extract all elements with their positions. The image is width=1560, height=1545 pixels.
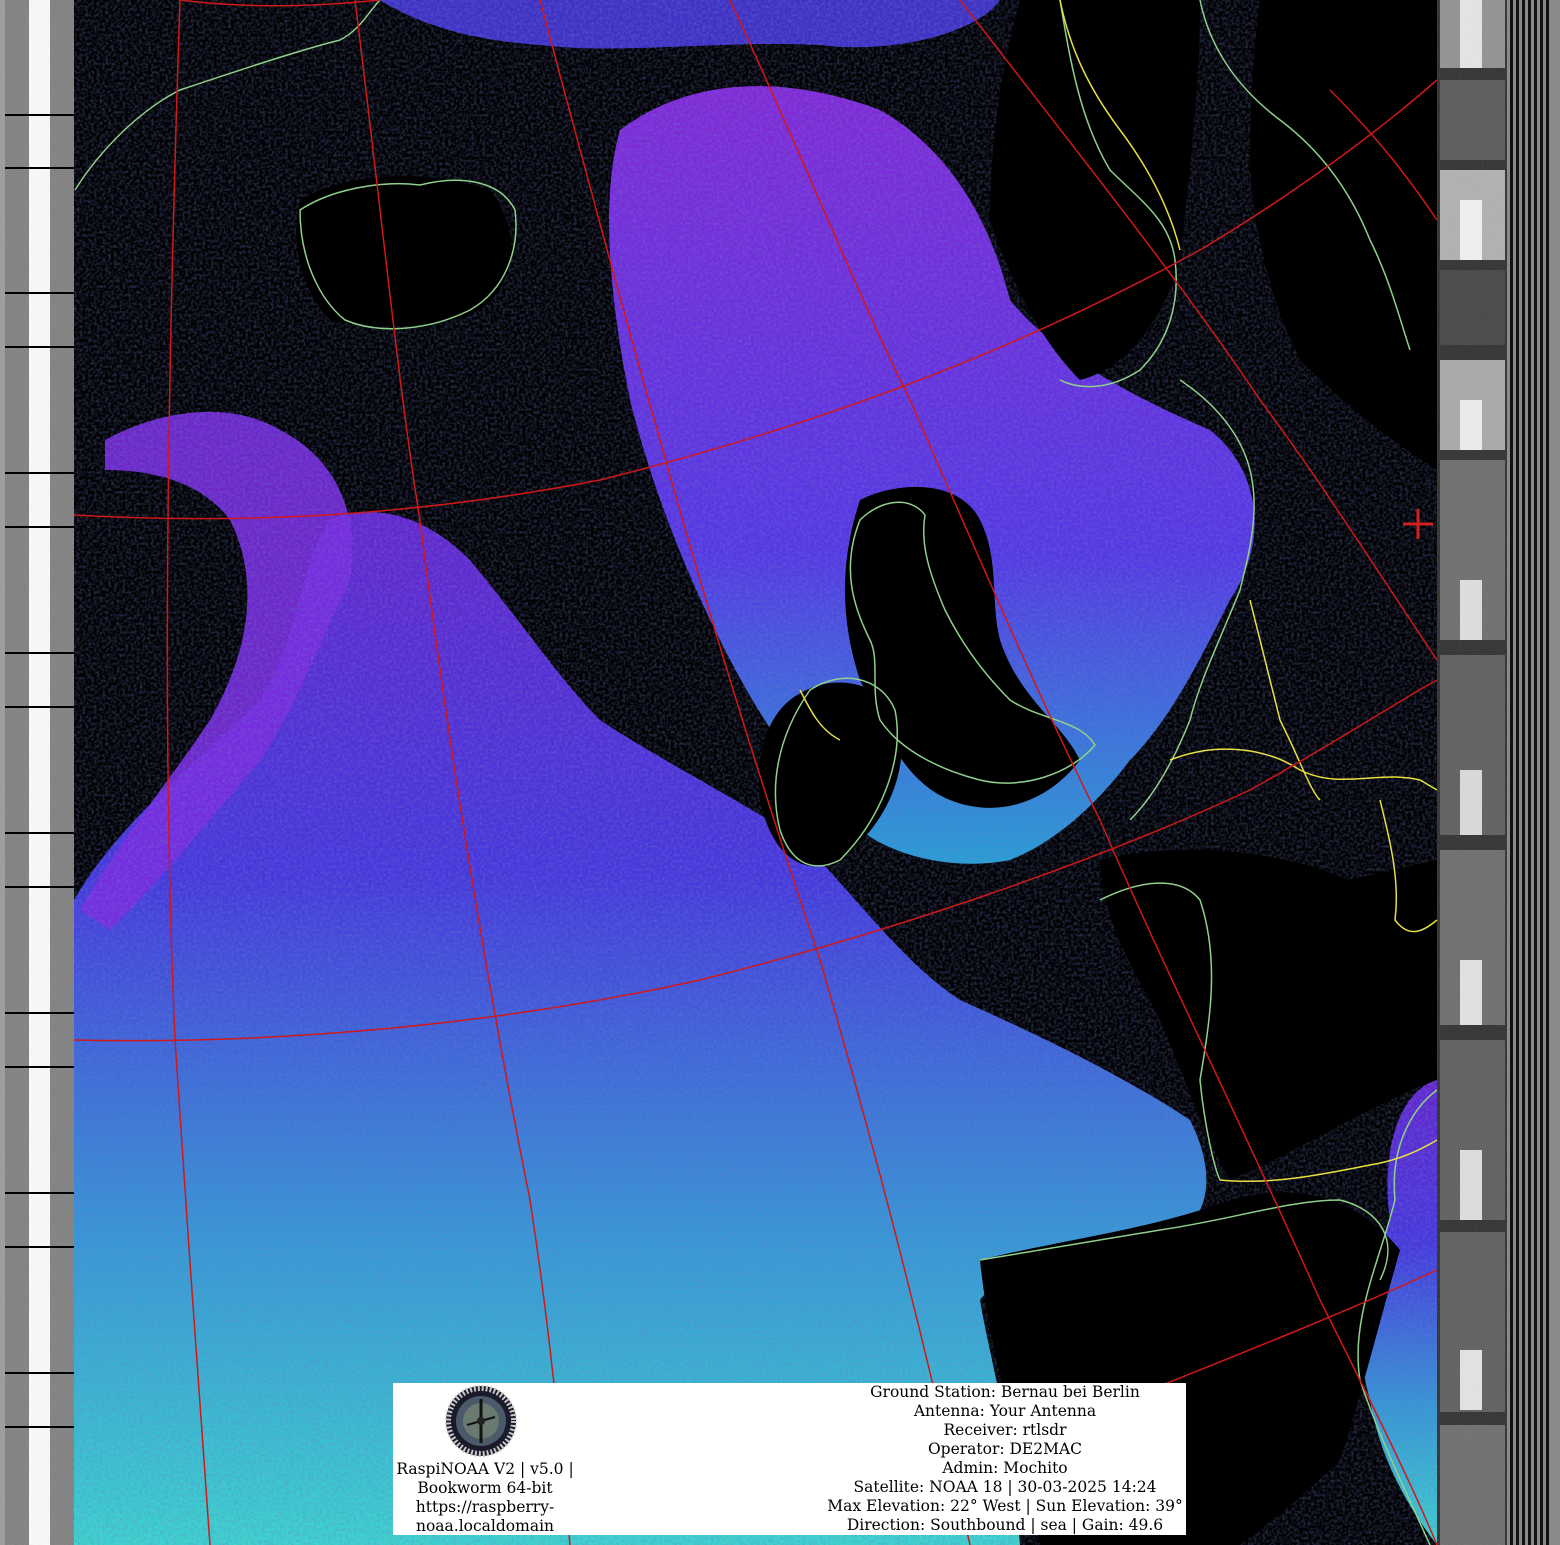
admin-text: Admin: Mochito bbox=[942, 1459, 1068, 1477]
satellite-image bbox=[0, 0, 1560, 1545]
logo-seal-icon bbox=[445, 1385, 517, 1457]
ground-station-text: Ground Station: Bernau bei Berlin bbox=[870, 1383, 1140, 1401]
operator-text: Operator: DE2MAC bbox=[927, 1440, 1083, 1458]
software-caption: RaspiNOAA V2 | v5.0 | Bookworm 64-bit ht… bbox=[393, 1460, 577, 1536]
caption-line-4: noaa.localdomain bbox=[415, 1517, 555, 1535]
caption-line-1: RaspiNOAA V2 | v5.0 | bbox=[396, 1460, 574, 1478]
caption-line-3: https://raspberry- bbox=[415, 1498, 555, 1516]
station-info: Ground Station: Bernau bei Berlin Antenn… bbox=[815, 1383, 1195, 1535]
info-panel: RaspiNOAA V2 | v5.0 | Bookworm 64-bit ht… bbox=[393, 1383, 1186, 1535]
satellite-text: Satellite: NOAA 18 | 30-03-2025 14:24 bbox=[853, 1478, 1157, 1496]
caption-line-2: Bookworm 64-bit bbox=[417, 1479, 553, 1497]
left-telemetry-strip bbox=[0, 0, 74, 1545]
right-telemetry-strip bbox=[1437, 0, 1560, 1545]
antenna-text: Antenna: Your Antenna bbox=[913, 1402, 1097, 1420]
receiver-text: Receiver: rtlsdr bbox=[943, 1421, 1067, 1439]
cloud-imagery bbox=[74, 0, 1437, 1545]
direction-text: Direction: Southbound | sea | Gain: 49.6 bbox=[846, 1516, 1164, 1534]
elevation-text: Max Elevation: 22° West | Sun Elevation:… bbox=[827, 1497, 1183, 1515]
